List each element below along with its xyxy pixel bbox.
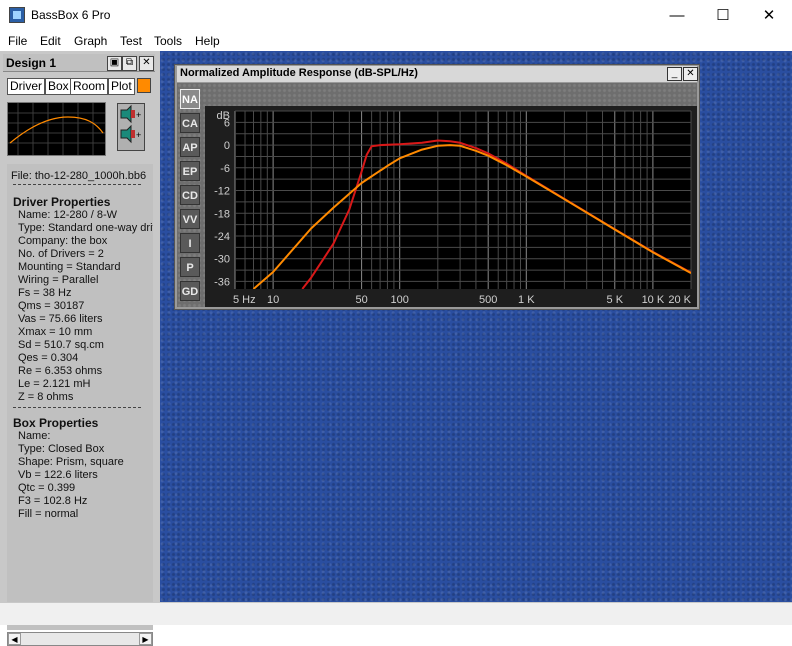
tab-driver[interactable]: Driver: [7, 78, 45, 95]
y-tick-label: -18: [214, 208, 230, 220]
x-tick-label: 10 K: [642, 294, 665, 306]
plot-color-swatch[interactable]: [137, 78, 151, 93]
plot-area: [235, 111, 691, 289]
y-tick-label: -36: [214, 276, 230, 288]
y-tick-label: -24: [214, 231, 230, 243]
graph-minimize-icon[interactable]: _: [667, 67, 682, 81]
driver-property: Z = 8 ohms: [18, 391, 74, 403]
menu-file[interactable]: File: [8, 34, 27, 48]
y-tick-label: -30: [214, 254, 230, 266]
copy-icon[interactable]: ⧉: [122, 56, 137, 71]
driver-property: Qms = 30187: [18, 300, 85, 312]
tab-room[interactable]: Room: [70, 78, 109, 95]
x-tick-label: 100: [391, 294, 409, 306]
horizontal-scrollbar[interactable]: ◀ ▶: [7, 632, 153, 646]
y-axis-label: dB: [217, 110, 230, 122]
box-property: Fill = normal: [18, 508, 79, 520]
box-property: Shape: Prism, square: [18, 456, 124, 468]
graph-title: Normalized Amplitude Response (dB-SPL/Hz…: [180, 67, 418, 79]
y-tick-label: 0: [224, 140, 230, 152]
driver-property: Qes = 0.304: [18, 352, 79, 364]
graph-close-icon[interactable]: ✕: [683, 67, 698, 81]
menu-bar: File Edit Graph Test Tools Help: [0, 31, 792, 51]
box-property: Qtc = 0.399: [18, 482, 76, 494]
menu-test[interactable]: Test: [120, 34, 142, 48]
minimize-button[interactable]: —: [654, 0, 700, 31]
file-label: File: tho-12-280_1000h.bb6: [11, 170, 147, 182]
box-heading: Box Properties: [13, 416, 99, 430]
driver-property: Re = 6.353 ohms: [18, 365, 103, 377]
design-panel: Design 1 ▣ ⧉ ✕ Driver Box Room Plot + +: [0, 51, 160, 646]
scroll-left-arrow[interactable]: ◀: [8, 633, 21, 645]
driver-property: Xmax = 10 mm: [18, 326, 93, 338]
title-bar: BassBox 6 Pro — ☐ ✕: [0, 0, 792, 31]
driver-property: Type: Standard one-way driv: [18, 222, 153, 234]
driver-property: Mounting = Standard: [18, 261, 121, 273]
menu-tools[interactable]: Tools: [154, 34, 182, 48]
separator: [13, 407, 141, 408]
graph-body: NA CA AP EP CD VV I P GD 6 0 -6 -12 -18 -24 -30 -36 dB 5 …: [177, 83, 697, 307]
window-title: BassBox 6 Pro: [31, 8, 111, 22]
thumbnail-plot: [8, 103, 105, 155]
driver-property: Le = 2.121 mH: [18, 378, 91, 390]
menu-edit[interactable]: Edit: [40, 34, 61, 48]
box-property: Name:: [18, 430, 51, 442]
save-icon[interactable]: ▣: [107, 56, 122, 71]
status-bar: [0, 602, 792, 625]
box-property: Type: Closed Box: [18, 443, 105, 455]
close-button[interactable]: ✕: [746, 0, 792, 31]
y-tick-label: -12: [214, 186, 230, 198]
graph-window: Normalized Amplitude Response (dB-SPL/Hz…: [174, 64, 700, 310]
app-icon: [9, 7, 25, 23]
x-tick-label: 50: [355, 294, 367, 306]
driver-speaker-icon[interactable]: + +: [117, 103, 145, 151]
svg-text:+: +: [136, 130, 141, 140]
menu-graph[interactable]: Graph: [74, 34, 107, 48]
close-icon[interactable]: ✕: [139, 56, 154, 71]
box-property: F3 = 102.8 Hz: [18, 495, 88, 507]
svg-text:+: +: [136, 110, 141, 120]
driver-property: Company: the box: [18, 235, 108, 247]
y-tick-label: -6: [220, 163, 230, 175]
separator: [13, 184, 141, 185]
driver-property: Fs = 38 Hz: [18, 287, 72, 299]
driver-property: Name: 12-280 / 8-W: [18, 209, 118, 221]
design-titlebar: Design 1 ▣ ⧉ ✕: [3, 54, 155, 72]
driver-property: Vas = 75.66 liters: [18, 313, 103, 325]
x-tick-label: 5 K: [607, 294, 624, 306]
driver-property: Wiring = Parallel: [18, 274, 99, 286]
driver-property: Sd = 510.7 sq.cm: [18, 339, 104, 351]
box-property: Vb = 122.6 liters: [18, 469, 98, 481]
response-chart[interactable]: 60-6-12-18-24-30-36dB5 Hz 10 50 100 500 1 K5 …: [177, 83, 697, 307]
driver-heading: Driver Properties: [13, 195, 111, 209]
x-tick-label: 20 K: [668, 294, 691, 306]
maximize-button[interactable]: ☐: [700, 0, 746, 31]
design-title: Design 1: [6, 56, 57, 70]
x-tick-label: 1 K: [518, 294, 535, 306]
tab-box[interactable]: Box: [45, 78, 72, 95]
tab-plot[interactable]: Plot: [108, 78, 135, 95]
scroll-right-arrow[interactable]: ▶: [139, 633, 152, 645]
x-tick-label: 500: [479, 294, 497, 306]
x-tick-label: 5 Hz: [233, 294, 256, 306]
x-tick-label: 10: [267, 294, 279, 306]
driver-property: No. of Drivers = 2: [18, 248, 104, 260]
menu-help[interactable]: Help: [195, 34, 220, 48]
response-thumbnail[interactable]: [7, 102, 106, 156]
graph-titlebar[interactable]: Normalized Amplitude Response (dB-SPL/Hz…: [177, 66, 698, 82]
properties-panel: File: tho-12-280_1000h.bb6 Driver Propert…: [7, 164, 153, 630]
